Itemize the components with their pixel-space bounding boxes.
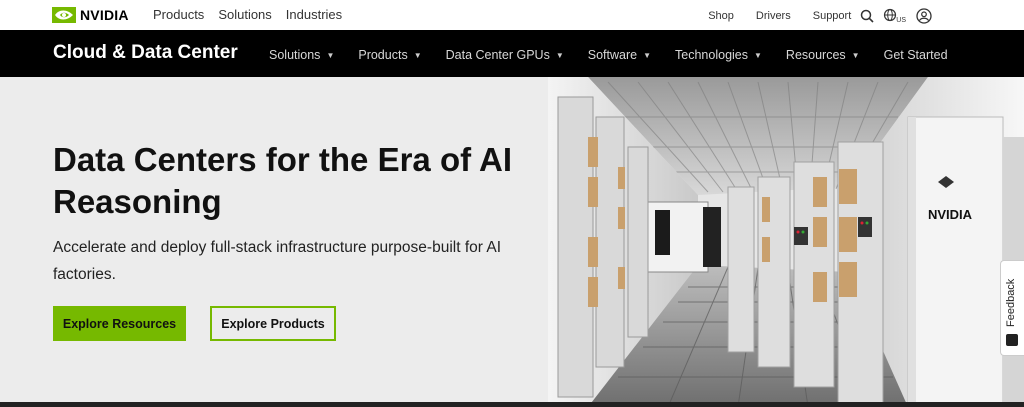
nav-resources[interactable]: Resources ▼ <box>786 48 860 62</box>
nav-label: Technologies <box>675 48 748 62</box>
feedback-icon <box>1006 334 1018 346</box>
nav-solutions[interactable]: Solutions ▼ <box>269 48 334 62</box>
hero-headline: Data Centers for the Era of AI Reasoning <box>53 141 513 220</box>
section-nav-items: Solutions ▼ Products ▼ Data Center GPUs ▼ S… <box>269 48 948 62</box>
nav-get-started[interactable]: Get Started <box>884 48 948 62</box>
search-icon[interactable] <box>859 8 875 24</box>
drivers-link[interactable]: Drivers <box>756 10 791 22</box>
hero-text-panel: Data Centers for the Era of AI Reasoning… <box>0 77 548 407</box>
explore-resources-button[interactable]: Explore Resources <box>53 306 186 341</box>
cabinet-logo-text: NVIDIA <box>928 207 973 222</box>
nav-label: Products <box>358 48 408 62</box>
topnav-industries[interactable]: Industries <box>286 7 342 22</box>
chevron-down-icon: ▼ <box>754 50 762 60</box>
hero-section: Data Centers for the Era of AI Reasoning… <box>0 77 1024 407</box>
shop-link[interactable]: Shop <box>708 10 734 22</box>
nvidia-logo[interactable]: NVIDIA <box>52 6 129 24</box>
chevron-down-icon: ▼ <box>326 50 335 60</box>
nav-label: Resources <box>785 48 846 62</box>
logo-wordmark: NVIDIA <box>80 7 129 23</box>
utility-links: Shop Drivers Support US <box>686 8 932 24</box>
explore-products-button[interactable]: Explore Products <box>210 306 336 341</box>
region-label: US <box>896 16 906 24</box>
section-nav: Cloud & Data Center Solutions ▼ Products ▼… <box>0 30 1024 77</box>
nav-products[interactable]: Products ▼ <box>358 48 421 62</box>
topnav-products[interactable]: Products <box>153 7 204 22</box>
topnav-solutions[interactable]: Solutions <box>218 7 271 22</box>
nav-label: Get Started <box>883 48 948 62</box>
chevron-down-icon: ▼ <box>413 50 422 60</box>
chevron-down-icon: ▼ <box>643 50 652 60</box>
hero-subtext: Accelerate and deploy full-stack infrast… <box>53 239 502 283</box>
nav-label: Solutions <box>269 48 321 62</box>
top-utility-bar: NVIDIA Products Solutions Industries Sho… <box>0 0 1024 30</box>
support-link[interactable]: Support <box>813 10 852 22</box>
feedback-label: Feedback <box>1005 278 1017 327</box>
nav-data-center-gpus[interactable]: Data Center GPUs ▼ <box>446 48 564 62</box>
section-title[interactable]: Cloud & Data Center <box>53 42 238 64</box>
data-center-corridor-image: NVIDIA <box>548 77 1024 407</box>
account-icon[interactable] <box>916 8 932 24</box>
nav-technologies[interactable]: Technologies ▼ <box>675 48 762 62</box>
chevron-down-icon: ▼ <box>851 50 860 60</box>
feedback-tab[interactable]: Feedback <box>1000 260 1024 356</box>
nav-label: Data Center GPUs <box>445 48 550 62</box>
chevron-down-icon: ▼ <box>555 50 564 60</box>
top-nav: Products Solutions Industries <box>153 7 342 22</box>
bottom-edge-bar <box>0 402 1024 407</box>
nav-label: Software <box>587 48 638 62</box>
nvidia-eye-icon <box>52 7 76 23</box>
nav-software[interactable]: Software ▼ <box>588 48 651 62</box>
